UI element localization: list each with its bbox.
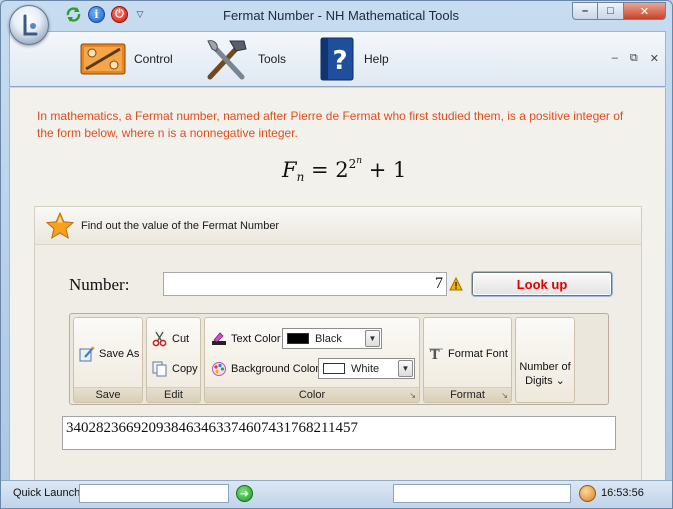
info-icon[interactable]: i	[88, 6, 105, 23]
document-close-button[interactable]: ✕	[650, 52, 659, 65]
document-minimize-button[interactable]: –	[612, 52, 618, 65]
warning-icon	[449, 277, 463, 291]
copy-icon	[152, 361, 167, 377]
clock-icon	[579, 485, 596, 502]
number-of-digits-label: Number of Digits ⌄	[519, 361, 571, 387]
quick-access-toolbar: i ⏻ ▽	[65, 6, 146, 23]
go-arrow-icon[interactable]: ➜	[236, 485, 253, 502]
document-window-controls: – ⧉ ✕	[612, 52, 659, 65]
formula-equals: = 2	[304, 158, 349, 182]
svg-text:T: T	[430, 348, 440, 362]
group-label-color: Color	[205, 387, 419, 402]
status-field	[393, 484, 571, 503]
ribbon-tab-label: Control	[134, 52, 173, 66]
fermat-lookup-panel: Find out the value of the Fermat Number …	[34, 206, 642, 480]
text-color-label: Text Color	[231, 333, 281, 345]
chevron-down-icon[interactable]: ▼	[365, 330, 380, 347]
group-label-edit: Edit	[147, 387, 200, 402]
minimize-button[interactable]: –	[572, 2, 598, 20]
background-color-label: Background Color	[231, 363, 320, 375]
look-up-button[interactable]: Look up	[472, 272, 612, 296]
status-bar: Quick Launch ➜ 16:53:56	[1, 480, 672, 508]
cut-label: Cut	[172, 333, 190, 345]
chevron-down-icon: ⌄	[555, 375, 565, 387]
save-as-label: Save As	[99, 348, 140, 360]
toolbar-group-edit: Cut Copy Edit	[146, 317, 201, 403]
content-area: In mathematics, a Fermat number, named a…	[9, 88, 666, 480]
fermat-formula: Fn = 22n + 1	[282, 156, 406, 184]
main-ribbon: Control Tools ? Help – ⧉ ✕	[9, 31, 666, 87]
status-clock: 16:53:56	[601, 487, 644, 499]
result-toolbar: Save As Save Cut Copy Edit Text Color Bl…	[69, 313, 609, 405]
panel-title: Find out the value of the Fermat Number	[81, 220, 280, 232]
formula-tail: + 1	[362, 158, 407, 182]
power-icon[interactable]: ⏻	[111, 6, 128, 23]
text-color-value: Black	[315, 332, 342, 345]
dialog-launcher-icon[interactable]: ↘	[501, 391, 508, 400]
close-button[interactable]: ✕	[624, 2, 666, 20]
toolbar-group-color: Text Color Black ▼ Background Color Whit…	[204, 317, 420, 403]
app-window: i ⏻ ▽ Fermat Number - NH Mathematical To…	[0, 0, 673, 509]
format-font-button[interactable]: T Format Font	[428, 346, 508, 362]
quick-launch-input[interactable]	[79, 484, 229, 503]
dropdown-arrow-icon[interactable]: ▽	[134, 6, 146, 23]
text-color-swatch	[287, 333, 309, 344]
text-color-select[interactable]: Black ▼	[282, 328, 382, 349]
svg-text:?: ?	[332, 46, 347, 76]
background-color-value: White	[351, 362, 380, 375]
formula-lhs: F	[282, 158, 297, 182]
background-color-icon	[212, 362, 226, 376]
refresh-icon[interactable]	[65, 6, 82, 23]
copy-label: Copy	[172, 363, 198, 375]
result-output[interactable]: 340282366920938463463374607431768211457	[62, 416, 616, 450]
format-font-label: Format Font	[448, 348, 508, 360]
scissors-icon	[152, 331, 167, 347]
maximize-button[interactable]: □	[598, 2, 624, 20]
group-label-save: Save	[74, 387, 142, 402]
star-icon	[45, 211, 75, 240]
background-color-button[interactable]: Background Color	[211, 361, 319, 377]
window-controls: – □ ✕	[572, 2, 666, 20]
background-color-select[interactable]: White ▼	[318, 358, 415, 379]
application-menu-button[interactable]	[9, 5, 49, 45]
title-bar: i ⏻ ▽ Fermat Number - NH Mathematical To…	[1, 1, 672, 31]
number-label: Number:	[69, 275, 130, 294]
panel-header: Find out the value of the Fermat Number	[35, 207, 641, 245]
text-color-icon	[212, 332, 226, 345]
dialog-launcher-icon[interactable]: ↘	[409, 391, 416, 400]
help-book-icon: ?	[320, 37, 356, 81]
ribbon-tab-label: Help	[364, 52, 389, 66]
cut-button[interactable]: Cut	[152, 331, 189, 347]
control-panel-icon	[80, 41, 126, 77]
chevron-down-icon[interactable]: ▼	[398, 360, 413, 377]
save-as-icon	[79, 346, 95, 362]
ribbon-tab-help[interactable]: ? Help	[320, 36, 389, 82]
save-as-button[interactable]: Save As	[79, 346, 139, 362]
number-input[interactable]: 7	[163, 272, 447, 296]
document-restore-button[interactable]: ⧉	[630, 52, 638, 65]
copy-button[interactable]: Copy	[152, 361, 198, 377]
number-of-digits-button[interactable]: Number of Digits ⌄	[515, 317, 575, 403]
ribbon-tab-control[interactable]: Control	[80, 36, 173, 82]
group-label-format: Format	[424, 387, 511, 402]
window-title: Fermat Number - NH Mathematical Tools	[223, 8, 459, 23]
text-color-button[interactable]: Text Color	[211, 331, 281, 347]
quick-launch-label: Quick Launch	[13, 487, 81, 499]
intro-text: In mathematics, a Fermat number, named a…	[37, 109, 624, 140]
formula-exponent: 2n	[348, 156, 363, 171]
background-color-swatch	[323, 363, 345, 374]
app-logo-icon	[23, 14, 38, 36]
ribbon-tab-label: Tools	[258, 52, 287, 66]
tools-icon	[202, 37, 250, 81]
ribbon-tab-tools[interactable]: Tools	[202, 36, 286, 82]
toolbar-group-save: Save As Save	[73, 317, 143, 403]
toolbar-group-format: T Format Font Format ↘	[423, 317, 512, 403]
format-font-icon: T	[429, 348, 443, 362]
